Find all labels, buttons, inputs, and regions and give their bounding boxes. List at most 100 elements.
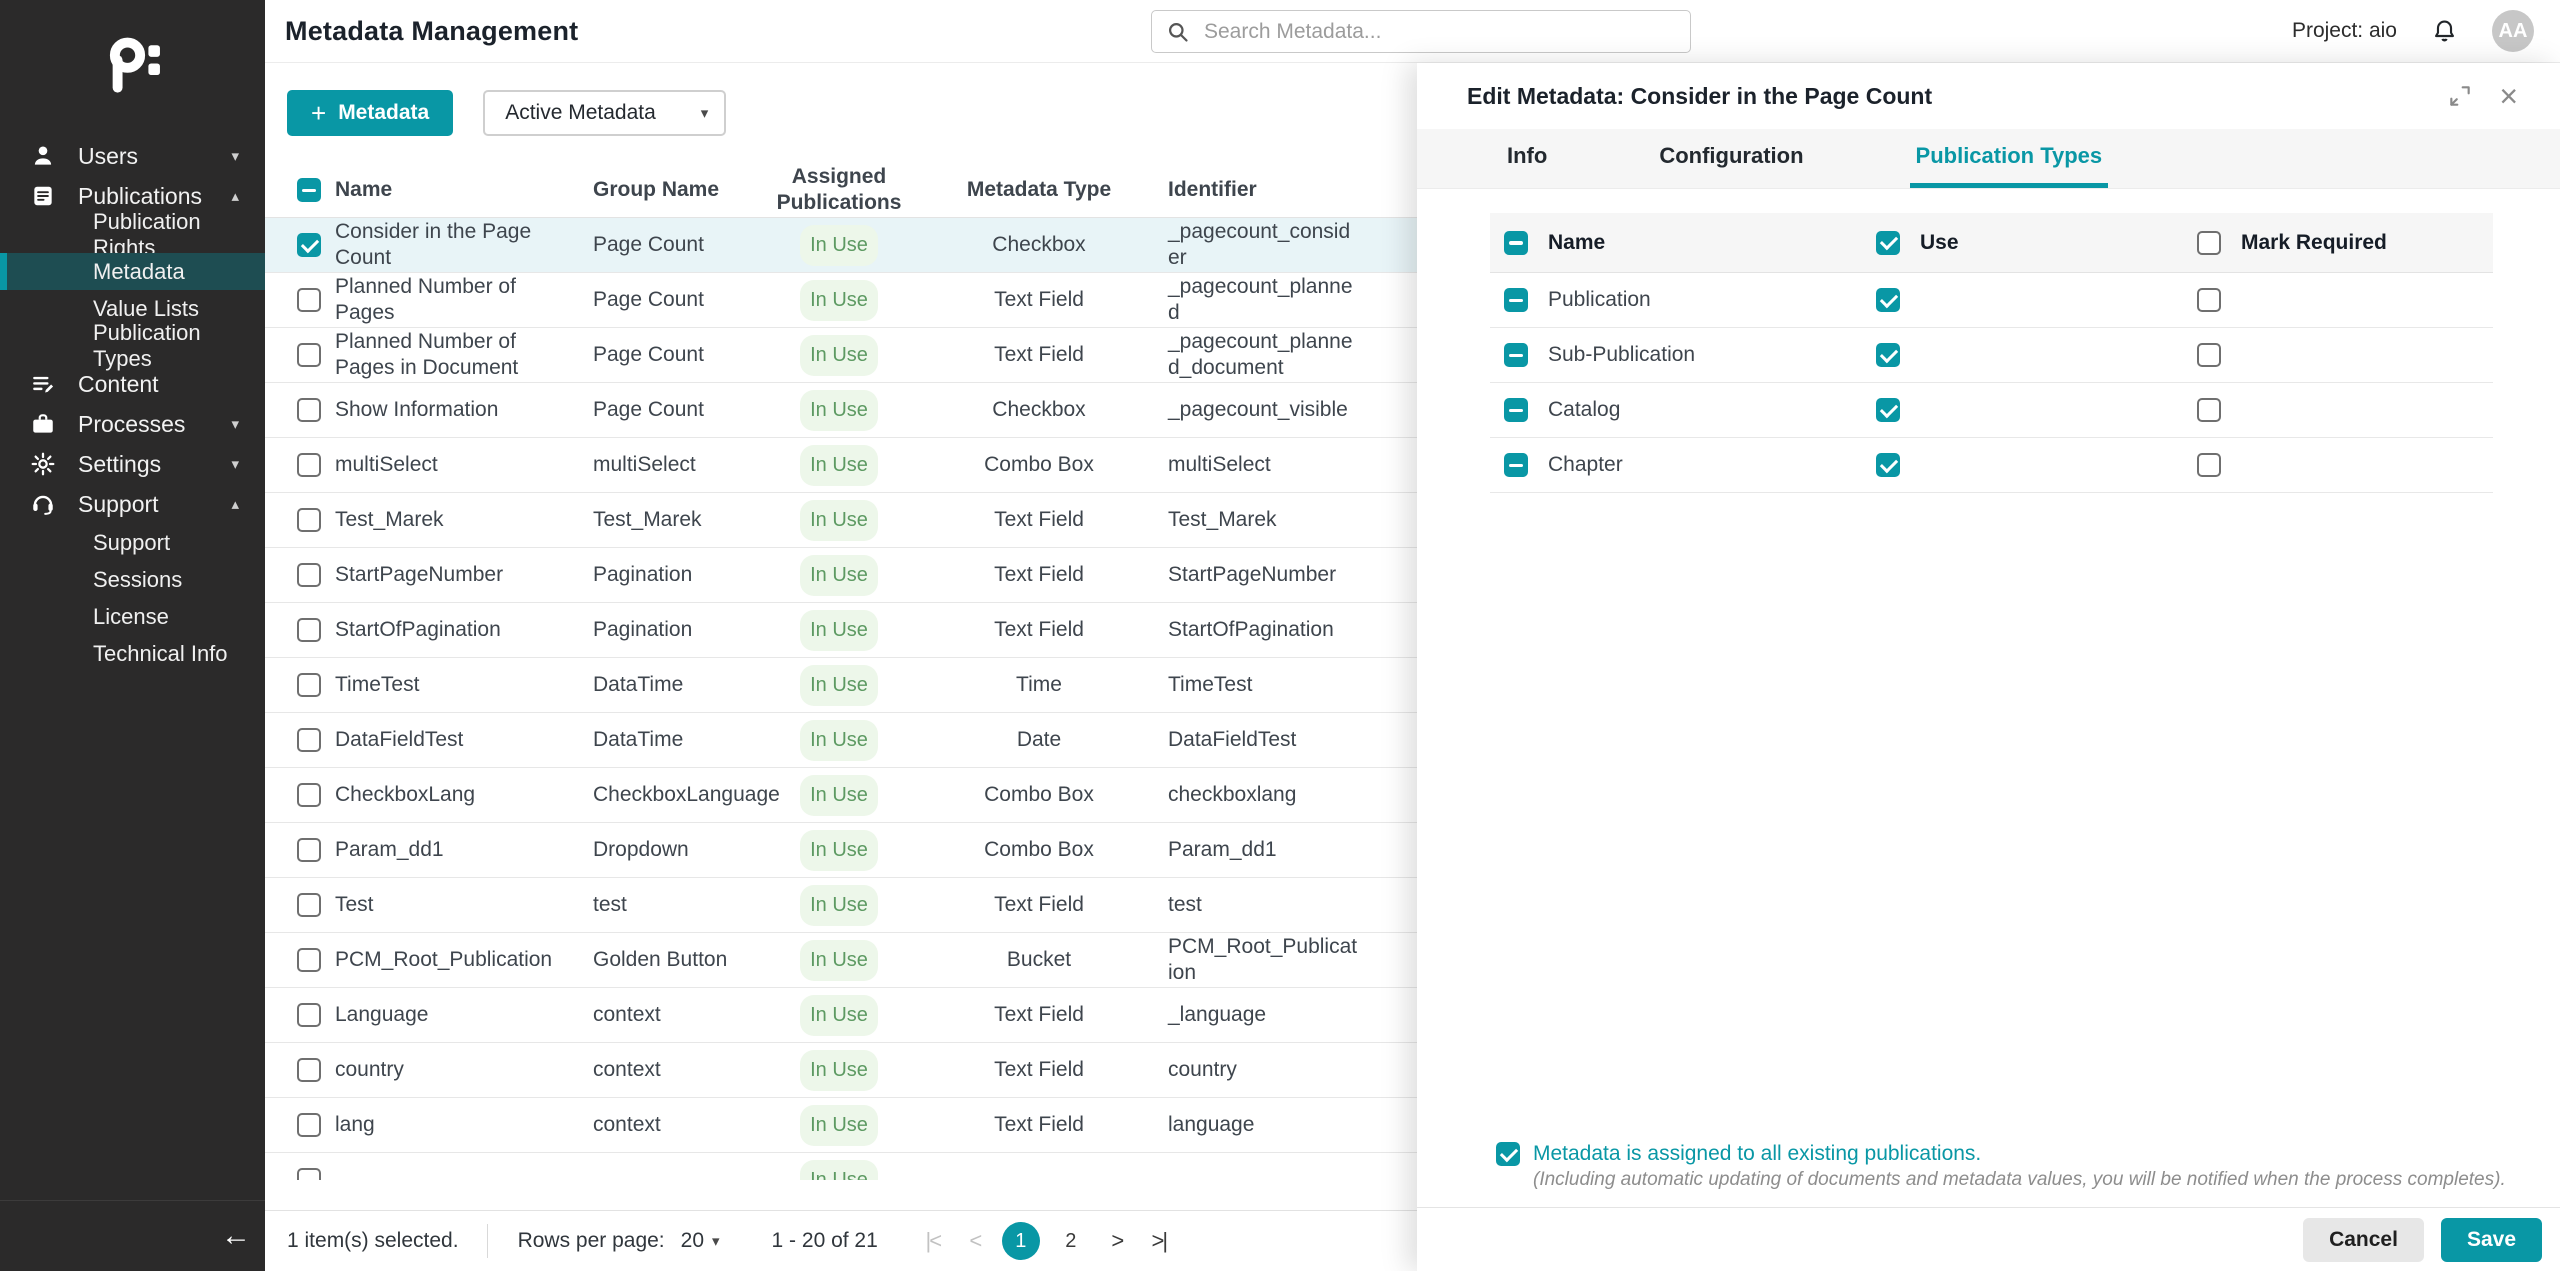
row-checkbox[interactable]	[297, 233, 321, 257]
metadata-filter-select[interactable]: Active Metadata ▾	[483, 90, 726, 136]
row-checkbox[interactable]	[297, 618, 321, 642]
cell-metadata-type: Text Field	[928, 342, 1168, 368]
row-checkbox[interactable]	[297, 453, 321, 477]
panel-table-row[interactable]: Chapter	[1490, 438, 2493, 493]
row-checkbox[interactable]	[297, 398, 321, 422]
add-metadata-button[interactable]: + Metadata	[287, 90, 453, 136]
panel-cell-use	[1862, 453, 2183, 477]
previous-page-button[interactable]: <	[960, 1228, 990, 1254]
row-checkbox[interactable]	[297, 1113, 321, 1137]
row-checkbox[interactable]	[297, 563, 321, 587]
publication-type-checkbox[interactable]	[1504, 453, 1528, 477]
collapse-sidebar-arrow-icon[interactable]: ←	[221, 1221, 251, 1251]
row-checkbox[interactable]	[297, 1003, 321, 1027]
plus-icon: +	[311, 100, 326, 126]
use-checkbox[interactable]	[1876, 343, 1900, 367]
sidebar-item-processes[interactable]: Processes▾	[0, 404, 265, 444]
sidebar-item-support[interactable]: Support▴	[0, 484, 265, 524]
publication-type-checkbox[interactable]	[1504, 288, 1528, 312]
publication-type-checkbox[interactable]	[1504, 398, 1528, 422]
cell-name: Param_dd1	[335, 837, 593, 863]
rows-per-page-label: Rows per page:	[518, 1229, 665, 1253]
panel-cell-name: Publication	[1490, 288, 1862, 312]
content-icon	[30, 371, 56, 397]
use-checkbox[interactable]	[1876, 398, 1900, 422]
row-checkbox[interactable]	[297, 343, 321, 367]
cell-identifier: checkboxlang	[1168, 782, 1378, 808]
sidebar-subitem-license[interactable]: License	[0, 598, 265, 635]
panel-footer: Cancel Save	[1417, 1207, 2560, 1271]
sidebar-item-label: Content	[78, 371, 239, 398]
row-checkbox[interactable]	[297, 1058, 321, 1082]
cell-assigned-publications: In Use	[768, 1160, 928, 1181]
row-checkbox[interactable]	[297, 893, 321, 917]
publication-type-checkbox[interactable]	[1504, 343, 1528, 367]
mark-required-checkbox[interactable]	[2197, 453, 2221, 477]
sidebar-item-label: Users	[78, 143, 231, 170]
tab-info[interactable]: Info	[1501, 129, 1553, 188]
chevron-up-icon: ▴	[231, 495, 239, 513]
mark-required-all-checkbox[interactable]	[2197, 231, 2221, 255]
cell-assigned-publications: In Use	[768, 390, 928, 431]
panel-cell-use	[1862, 398, 2183, 422]
cell-group-name: Page Count	[593, 232, 768, 258]
row-checkbox[interactable]	[297, 783, 321, 807]
avatar[interactable]: AA	[2492, 10, 2534, 52]
cell-metadata-type: Text Field	[928, 892, 1168, 918]
use-all-checkbox[interactable]	[1876, 231, 1900, 255]
panel-cell-mark-required	[2183, 453, 2493, 477]
pagination-range: 1 - 20 of 21	[772, 1229, 878, 1253]
sidebar-subitem-sessions[interactable]: Sessions	[0, 561, 265, 598]
sidebar-item-settings[interactable]: Settings▾	[0, 444, 265, 484]
panel-table-row[interactable]: Catalog	[1490, 383, 2493, 438]
row-checkbox[interactable]	[297, 948, 321, 972]
cell-name: CheckboxLang	[335, 782, 593, 808]
sidebar-subitem-metadata[interactable]: Metadata	[0, 253, 265, 290]
mark-required-checkbox[interactable]	[2197, 288, 2221, 312]
sidebar-subitem-technical-info[interactable]: Technical Info	[0, 635, 265, 672]
rows-per-page-select[interactable]: 20 ▾	[681, 1229, 720, 1253]
cell-group-name: Page Count	[593, 342, 768, 368]
panel-table-row[interactable]: Sub-Publication	[1490, 328, 2493, 383]
mark-required-checkbox[interactable]	[2197, 343, 2221, 367]
row-checkbox[interactable]	[297, 673, 321, 697]
close-panel-icon[interactable]: ×	[2499, 80, 2518, 112]
cell-assigned-publications: In Use	[768, 775, 928, 816]
next-page-button[interactable]: >	[1102, 1228, 1132, 1254]
panel-cell-use	[1862, 343, 2183, 367]
selected-count: 1 item(s) selected.	[287, 1229, 459, 1253]
last-page-button[interactable]: >|	[1144, 1228, 1174, 1254]
search-input[interactable]	[1204, 20, 1676, 44]
mark-required-checkbox[interactable]	[2197, 398, 2221, 422]
row-checkbox[interactable]	[297, 728, 321, 752]
row-checkbox[interactable]	[297, 508, 321, 532]
use-checkbox[interactable]	[1876, 453, 1900, 477]
sidebar-subitem-publication-types[interactable]: Publication Types	[0, 327, 265, 364]
expand-panel-icon[interactable]	[2447, 83, 2473, 109]
row-checkbox[interactable]	[297, 288, 321, 312]
save-button[interactable]: Save	[2441, 1218, 2542, 1262]
column-header-name: Name	[335, 177, 593, 203]
sidebar-item-users[interactable]: Users▾	[0, 136, 265, 176]
page-button-1[interactable]: 1	[1002, 1222, 1040, 1260]
first-page-button[interactable]: |<	[918, 1228, 948, 1254]
select-all-publication-types-checkbox[interactable]	[1504, 231, 1528, 255]
tab-configuration[interactable]: Configuration	[1653, 129, 1809, 188]
use-checkbox[interactable]	[1876, 288, 1900, 312]
page-button-2[interactable]: 2	[1052, 1222, 1090, 1260]
assign-all-checkbox[interactable]	[1496, 1142, 1520, 1166]
tab-publication-types[interactable]: Publication Types	[1910, 129, 2109, 188]
notifications-bell-icon[interactable]	[2431, 18, 2458, 45]
cell-name: Planned Number of Pages in Document	[335, 329, 593, 382]
row-checkbox[interactable]	[297, 1168, 321, 1180]
publication-types-table: NameUseMark RequiredPublicationSub-Publi…	[1417, 189, 2560, 1142]
row-checkbox[interactable]	[297, 838, 321, 862]
publication-type-label: Sub-Publication	[1548, 343, 1695, 367]
cell-identifier: language	[1168, 1112, 1378, 1138]
cancel-button[interactable]: Cancel	[2303, 1218, 2424, 1262]
panel-table-row[interactable]: Publication	[1490, 273, 2493, 328]
sidebar-subitem-publication-rights[interactable]: Publication Rights	[0, 216, 265, 253]
pagination: |< <12 > >|	[918, 1222, 1174, 1260]
select-all-checkbox[interactable]	[297, 178, 321, 202]
sidebar-subitem-support[interactable]: Support	[0, 524, 265, 561]
